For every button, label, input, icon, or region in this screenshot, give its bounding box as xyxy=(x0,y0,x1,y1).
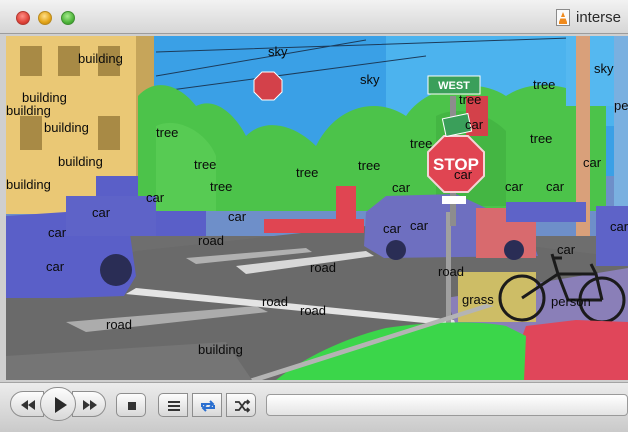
segment-label: building xyxy=(6,177,51,192)
fast-forward-icon xyxy=(83,400,97,410)
segment-label: car xyxy=(228,209,247,224)
seek-bar[interactable] xyxy=(266,394,628,416)
segment-label: car xyxy=(610,219,628,234)
segment-label: car xyxy=(454,167,473,182)
segment-label: tree xyxy=(194,157,217,172)
zoom-icon[interactable] xyxy=(61,11,75,25)
segment-label: tree xyxy=(358,158,381,173)
shuffle-icon xyxy=(235,399,251,413)
segment-label: road xyxy=(262,294,289,309)
segment-label: car xyxy=(146,190,165,205)
segment-label: road xyxy=(106,317,133,332)
video-frame[interactable]: STOP WEST building sky sky sky building … xyxy=(6,36,628,380)
segment-label: building xyxy=(6,103,51,118)
segment-label: building xyxy=(44,120,89,135)
segment-label: road xyxy=(310,260,337,275)
segment-label: car xyxy=(92,205,111,220)
stop-icon xyxy=(128,402,136,410)
stop-button[interactable] xyxy=(116,393,146,417)
segment-label: car xyxy=(505,179,524,194)
playback-controls xyxy=(0,382,628,432)
title-bar[interactable]: interse xyxy=(0,0,628,34)
segment-label: car xyxy=(583,155,602,170)
segment-label: grass xyxy=(462,292,494,307)
segment-label: car xyxy=(392,180,411,195)
segment-label: tree xyxy=(210,179,233,194)
segment-label: car xyxy=(383,221,402,236)
repeat-button[interactable] xyxy=(192,393,222,417)
segment-label: tree xyxy=(410,136,433,151)
segment-label: tree xyxy=(533,77,556,92)
media-player-window: interse STOP WEST building sky sky sky b… xyxy=(0,0,628,432)
segment-label: sky xyxy=(594,61,614,76)
segment-label: car xyxy=(48,225,67,240)
segment-label: road xyxy=(438,264,465,279)
segment-label: person xyxy=(551,294,591,309)
svg-text:WEST: WEST xyxy=(438,80,470,92)
shuffle-button[interactable] xyxy=(226,393,256,417)
segment-label: car xyxy=(410,218,429,233)
segment-label: car xyxy=(546,179,565,194)
segment-label: building xyxy=(78,51,123,66)
minimize-icon[interactable] xyxy=(38,11,52,25)
segment-label: building xyxy=(58,154,103,169)
play-icon xyxy=(55,397,67,413)
segment-label: person xyxy=(614,98,628,113)
rewind-button[interactable] xyxy=(10,391,44,417)
play-button[interactable] xyxy=(40,387,76,421)
segment-label: tree xyxy=(459,92,482,107)
segment-label: building xyxy=(198,342,243,357)
segment-label: sky xyxy=(360,72,380,87)
window-title: interse xyxy=(576,9,622,26)
segment-label: sky xyxy=(268,44,288,59)
segment-label: tree xyxy=(156,125,179,140)
segment-label: road xyxy=(300,303,327,318)
playlist-icon xyxy=(168,401,180,411)
fast-forward-button[interactable] xyxy=(72,391,106,417)
vlc-document-icon xyxy=(556,9,570,26)
segment-label: tree xyxy=(530,131,553,146)
playlist-button[interactable] xyxy=(158,393,188,417)
segment-label: car xyxy=(46,259,65,274)
segment-label: road xyxy=(198,233,225,248)
segment-label: car xyxy=(557,242,576,257)
close-icon[interactable] xyxy=(16,11,30,25)
segment-label: car xyxy=(465,117,484,132)
repeat-icon xyxy=(201,400,215,412)
segment-label: tree xyxy=(296,165,319,180)
